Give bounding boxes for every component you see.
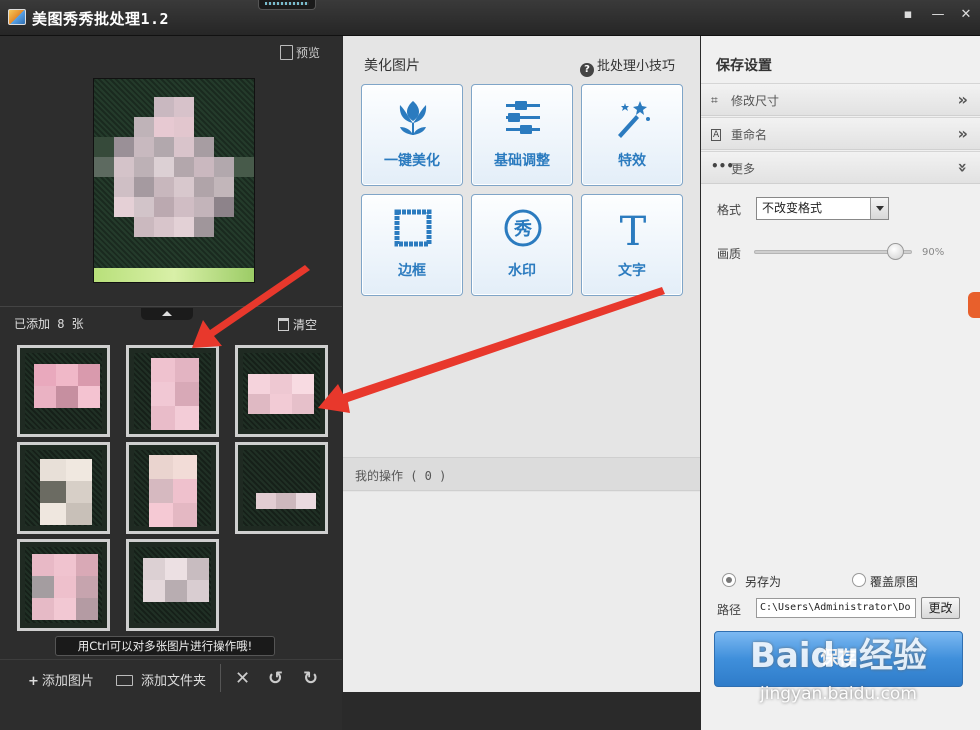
section-more[interactable]: ••• 更多 » <box>701 151 980 184</box>
delete-icon[interactable]: ✕ <box>235 668 250 689</box>
preview-label: 预览 <box>296 46 321 60</box>
help-icon: ? <box>579 63 594 77</box>
added-count: 已添加 8 张 <box>14 317 84 331</box>
double-chevron-right-icon: » <box>957 90 968 109</box>
tool-label: 一键美化 <box>384 153 440 169</box>
image-list-panel: 预览 已添加 8 张 清空 用Ctrl可以对多张图片进行操作哦! + 添加图片 … <box>0 36 342 730</box>
window-title: 美图秀秀批处理1.2 <box>32 10 170 28</box>
rotate-right-icon[interactable]: ↻ <box>303 668 318 689</box>
tool-effects[interactable]: 特效 <box>581 84 683 186</box>
ctrl-tip: 用Ctrl可以对多张图片进行操作哦! <box>55 636 275 656</box>
thumbnail-4[interactable] <box>17 442 110 534</box>
thumbnail-5[interactable] <box>126 442 219 534</box>
baidu-watermark-url: jingyan.baidu.com <box>760 684 917 704</box>
thumbnail-3[interactable] <box>235 345 328 437</box>
save-as-radio[interactable] <box>722 573 736 587</box>
path-input[interactable]: C:\Users\Administrator\Do <box>756 598 916 618</box>
save-settings-title: 保存设置 <box>716 58 772 74</box>
thumbnail-6[interactable] <box>235 442 328 534</box>
format-select[interactable]: 不改变格式 <box>756 197 889 220</box>
folder-icon <box>116 675 133 686</box>
crop-icon: ⌗ <box>711 93 718 107</box>
baidu-watermark: Baidu经验 <box>750 636 928 676</box>
tips-link[interactable]: ? 批处理小技巧 <box>579 55 675 77</box>
thumbnail-2[interactable] <box>126 345 219 437</box>
preview-image <box>93 78 255 283</box>
double-chevron-down-icon: » <box>953 162 973 173</box>
quality-value: 90% <box>922 247 945 258</box>
tool-label: 特效 <box>618 153 646 169</box>
save-settings-panel: 保存设置 ⌗ 修改尺寸 » A 重命名 » ••• 更多 » 格式 不改变格式 … <box>701 36 980 730</box>
sliders-icon <box>506 101 540 134</box>
section-resize[interactable]: ⌗ 修改尺寸 » <box>701 83 980 116</box>
bottom-toolbar: + 添加图片 添加文件夹 ✕ ↺ ↻ <box>0 659 342 730</box>
tool-label: 基础调整 <box>494 153 550 169</box>
side-badge-icon[interactable] <box>968 292 980 318</box>
watermark-seal-icon: 秀 <box>504 209 542 247</box>
clear-label: 清空 <box>293 318 318 332</box>
quality-label: 画质 <box>717 247 742 261</box>
clear-button[interactable]: 清空 <box>278 316 317 333</box>
app-icon <box>8 9 26 25</box>
double-chevron-right-icon: » <box>957 124 968 143</box>
magic-wand-icon <box>618 101 650 138</box>
section-rename[interactable]: A 重命名 » <box>701 117 980 150</box>
beautify-panel: 美化图片 ? 批处理小技巧 一键美化 基础调整 特效 边框 秀 水印 T 文字 … <box>343 36 700 692</box>
rotate-left-icon[interactable]: ↺ <box>268 668 283 689</box>
thumbnail-1[interactable] <box>17 345 110 437</box>
add-image-button[interactable]: + 添加图片 <box>28 670 94 689</box>
tool-auto-beautify[interactable]: 一键美化 <box>361 84 463 186</box>
title-bar: 美图秀秀批处理1.2 ▪ — ✕ <box>0 0 980 36</box>
tool-basic-adjust[interactable]: 基础调整 <box>471 84 573 186</box>
tool-label: 边框 <box>398 263 426 279</box>
svg-text:T: T <box>620 209 647 251</box>
my-operations-list <box>343 492 700 692</box>
plus-icon: + <box>28 674 39 689</box>
format-label: 格式 <box>717 203 742 217</box>
tool-watermark[interactable]: 秀 水印 <box>471 194 573 296</box>
thumbnail-7[interactable] <box>17 539 110 631</box>
trash-icon <box>278 318 289 331</box>
feedback-icon[interactable]: ▪ <box>895 5 921 25</box>
chevron-down-icon <box>870 198 888 219</box>
tulip-icon <box>399 101 427 135</box>
text-T-icon: T <box>620 209 647 251</box>
tool-frame[interactable]: 边框 <box>361 194 463 296</box>
quality-slider-handle[interactable] <box>887 243 905 260</box>
my-operations-header: 我的操作 ( 0 ) <box>343 457 700 491</box>
preview-icon <box>280 45 293 60</box>
change-path-button[interactable]: 更改 <box>921 597 960 619</box>
preview-button[interactable]: 预览 <box>280 44 320 61</box>
close-icon[interactable]: ✕ <box>953 5 979 25</box>
tool-label: 水印 <box>508 263 536 279</box>
overwrite-label: 覆盖原图 <box>870 575 919 589</box>
svg-text:秀: 秀 <box>513 219 532 240</box>
skin-notch[interactable] <box>258 0 316 10</box>
minimize-icon[interactable]: — <box>925 5 951 25</box>
frame-icon <box>394 209 432 247</box>
save-as-label: 另存为 <box>745 575 782 589</box>
tool-label: 文字 <box>618 263 646 279</box>
thumbnail-8[interactable] <box>126 539 219 631</box>
tool-text[interactable]: T 文字 <box>581 194 683 296</box>
path-label: 路径 <box>717 603 742 617</box>
overwrite-radio[interactable] <box>852 573 866 587</box>
collapse-preview-button[interactable] <box>141 308 193 320</box>
add-folder-button[interactable]: 添加文件夹 <box>116 670 206 689</box>
rename-icon: A <box>711 129 722 141</box>
beautify-title: 美化图片 <box>364 58 420 74</box>
